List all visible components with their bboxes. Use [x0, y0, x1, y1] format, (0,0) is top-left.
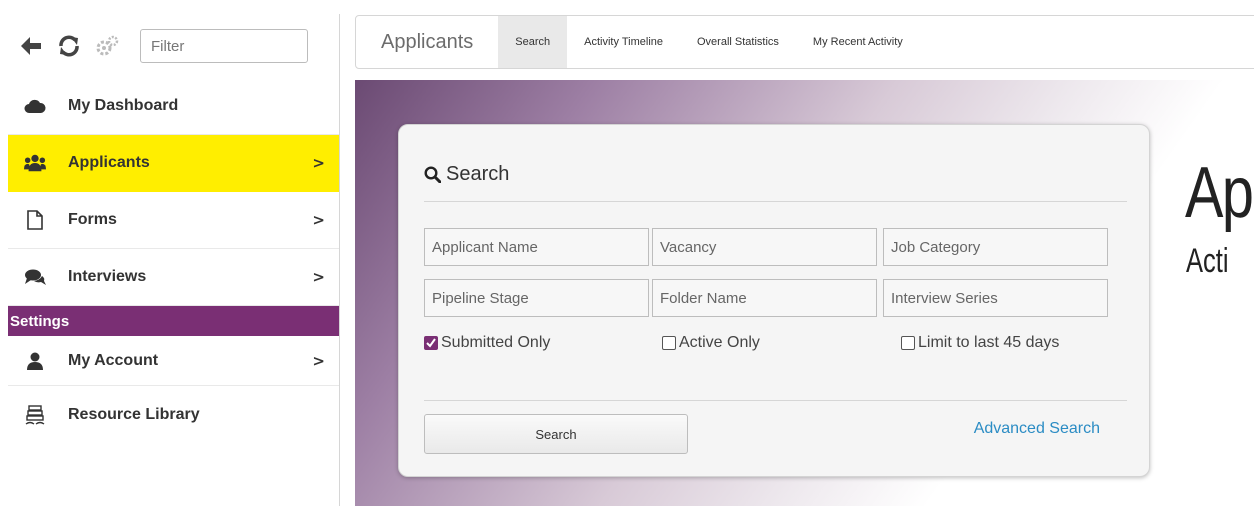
- cloud-icon: [24, 95, 46, 117]
- applicant-name-field[interactable]: [424, 228, 649, 266]
- file-icon: [24, 209, 46, 231]
- sidebar-item-forms[interactable]: Forms >: [8, 192, 339, 249]
- sidebar-item-my-account[interactable]: My Account >: [8, 336, 339, 386]
- submitted-only-checkbox[interactable]: Submitted Only: [424, 334, 550, 352]
- folder-name-field[interactable]: [652, 279, 877, 317]
- checkbox-unchecked-icon[interactable]: [662, 336, 676, 350]
- advanced-search-link[interactable]: Advanced Search: [974, 420, 1100, 438]
- sidebar-item-label: Applicants: [68, 154, 150, 171]
- comments-icon: [24, 266, 46, 288]
- back-arrow-icon[interactable]: [18, 33, 44, 59]
- chevron-right-icon: >: [312, 268, 325, 286]
- sidebar-item-applicants[interactable]: Applicants >: [8, 135, 339, 192]
- search-card-title: Search: [424, 163, 509, 186]
- sidebar: My Dashboard Applicants > Forms > Interv…: [8, 14, 340, 506]
- refresh-icon[interactable]: [56, 33, 82, 59]
- sidebar-item-resource-library[interactable]: Resource Library: [8, 386, 339, 443]
- divider: [424, 201, 1127, 202]
- hero-subtitle: Acti: [1186, 242, 1229, 280]
- search-icon: [424, 166, 441, 183]
- search-title-text: Search: [446, 163, 510, 185]
- divider: [424, 400, 1127, 401]
- checkbox-checked-icon[interactable]: [424, 336, 438, 350]
- settings-section-header: Settings: [8, 306, 339, 336]
- chevron-right-icon: >: [312, 154, 325, 172]
- chevron-right-icon: >: [312, 211, 325, 229]
- checkbox-unchecked-icon[interactable]: [901, 336, 915, 350]
- checkbox-label: Submitted Only: [441, 334, 551, 351]
- top-tab-bar: Applicants Search Activity Timeline Over…: [355, 15, 1254, 69]
- vacancy-field[interactable]: [652, 228, 877, 266]
- checkbox-label: Limit to last 45 days: [918, 334, 1060, 351]
- limit-45-days-checkbox[interactable]: Limit to last 45 days: [901, 334, 1059, 352]
- search-card: Search Submitted Only Active Only Limit …: [398, 124, 1150, 477]
- user-icon: [24, 350, 46, 372]
- active-only-checkbox[interactable]: Active Only: [662, 334, 760, 352]
- tab-search[interactable]: Search: [498, 16, 568, 68]
- sidebar-item-my-dashboard[interactable]: My Dashboard: [8, 78, 339, 135]
- pipeline-stage-field[interactable]: [424, 279, 649, 317]
- sidebar-item-interviews[interactable]: Interviews >: [8, 249, 339, 306]
- page-title: Applicants: [381, 30, 474, 53]
- sidebar-item-label: My Account: [68, 351, 159, 369]
- job-category-field[interactable]: [883, 228, 1108, 266]
- interview-series-field[interactable]: [883, 279, 1108, 317]
- sidebar-item-label: Forms: [68, 211, 117, 228]
- users-icon: [24, 152, 46, 174]
- tab-overall-statistics[interactable]: Overall Statistics: [680, 16, 796, 68]
- chevron-right-icon: >: [312, 351, 325, 370]
- tab-activity-timeline[interactable]: Activity Timeline: [567, 16, 680, 68]
- sidebar-item-label: Interviews: [68, 268, 147, 285]
- tab-my-recent-activity[interactable]: My Recent Activity: [796, 16, 920, 68]
- search-button[interactable]: Search: [424, 414, 688, 454]
- sidebar-toolbar: [8, 14, 339, 78]
- sidebar-item-label: My Dashboard: [68, 97, 179, 114]
- hero-title: Ap: [1185, 153, 1254, 233]
- filter-input[interactable]: [140, 29, 308, 63]
- checkbox-label: Active Only: [679, 334, 760, 351]
- gears-icon[interactable]: [94, 33, 120, 59]
- library-icon: [24, 404, 46, 426]
- sidebar-item-label: Resource Library: [68, 405, 200, 423]
